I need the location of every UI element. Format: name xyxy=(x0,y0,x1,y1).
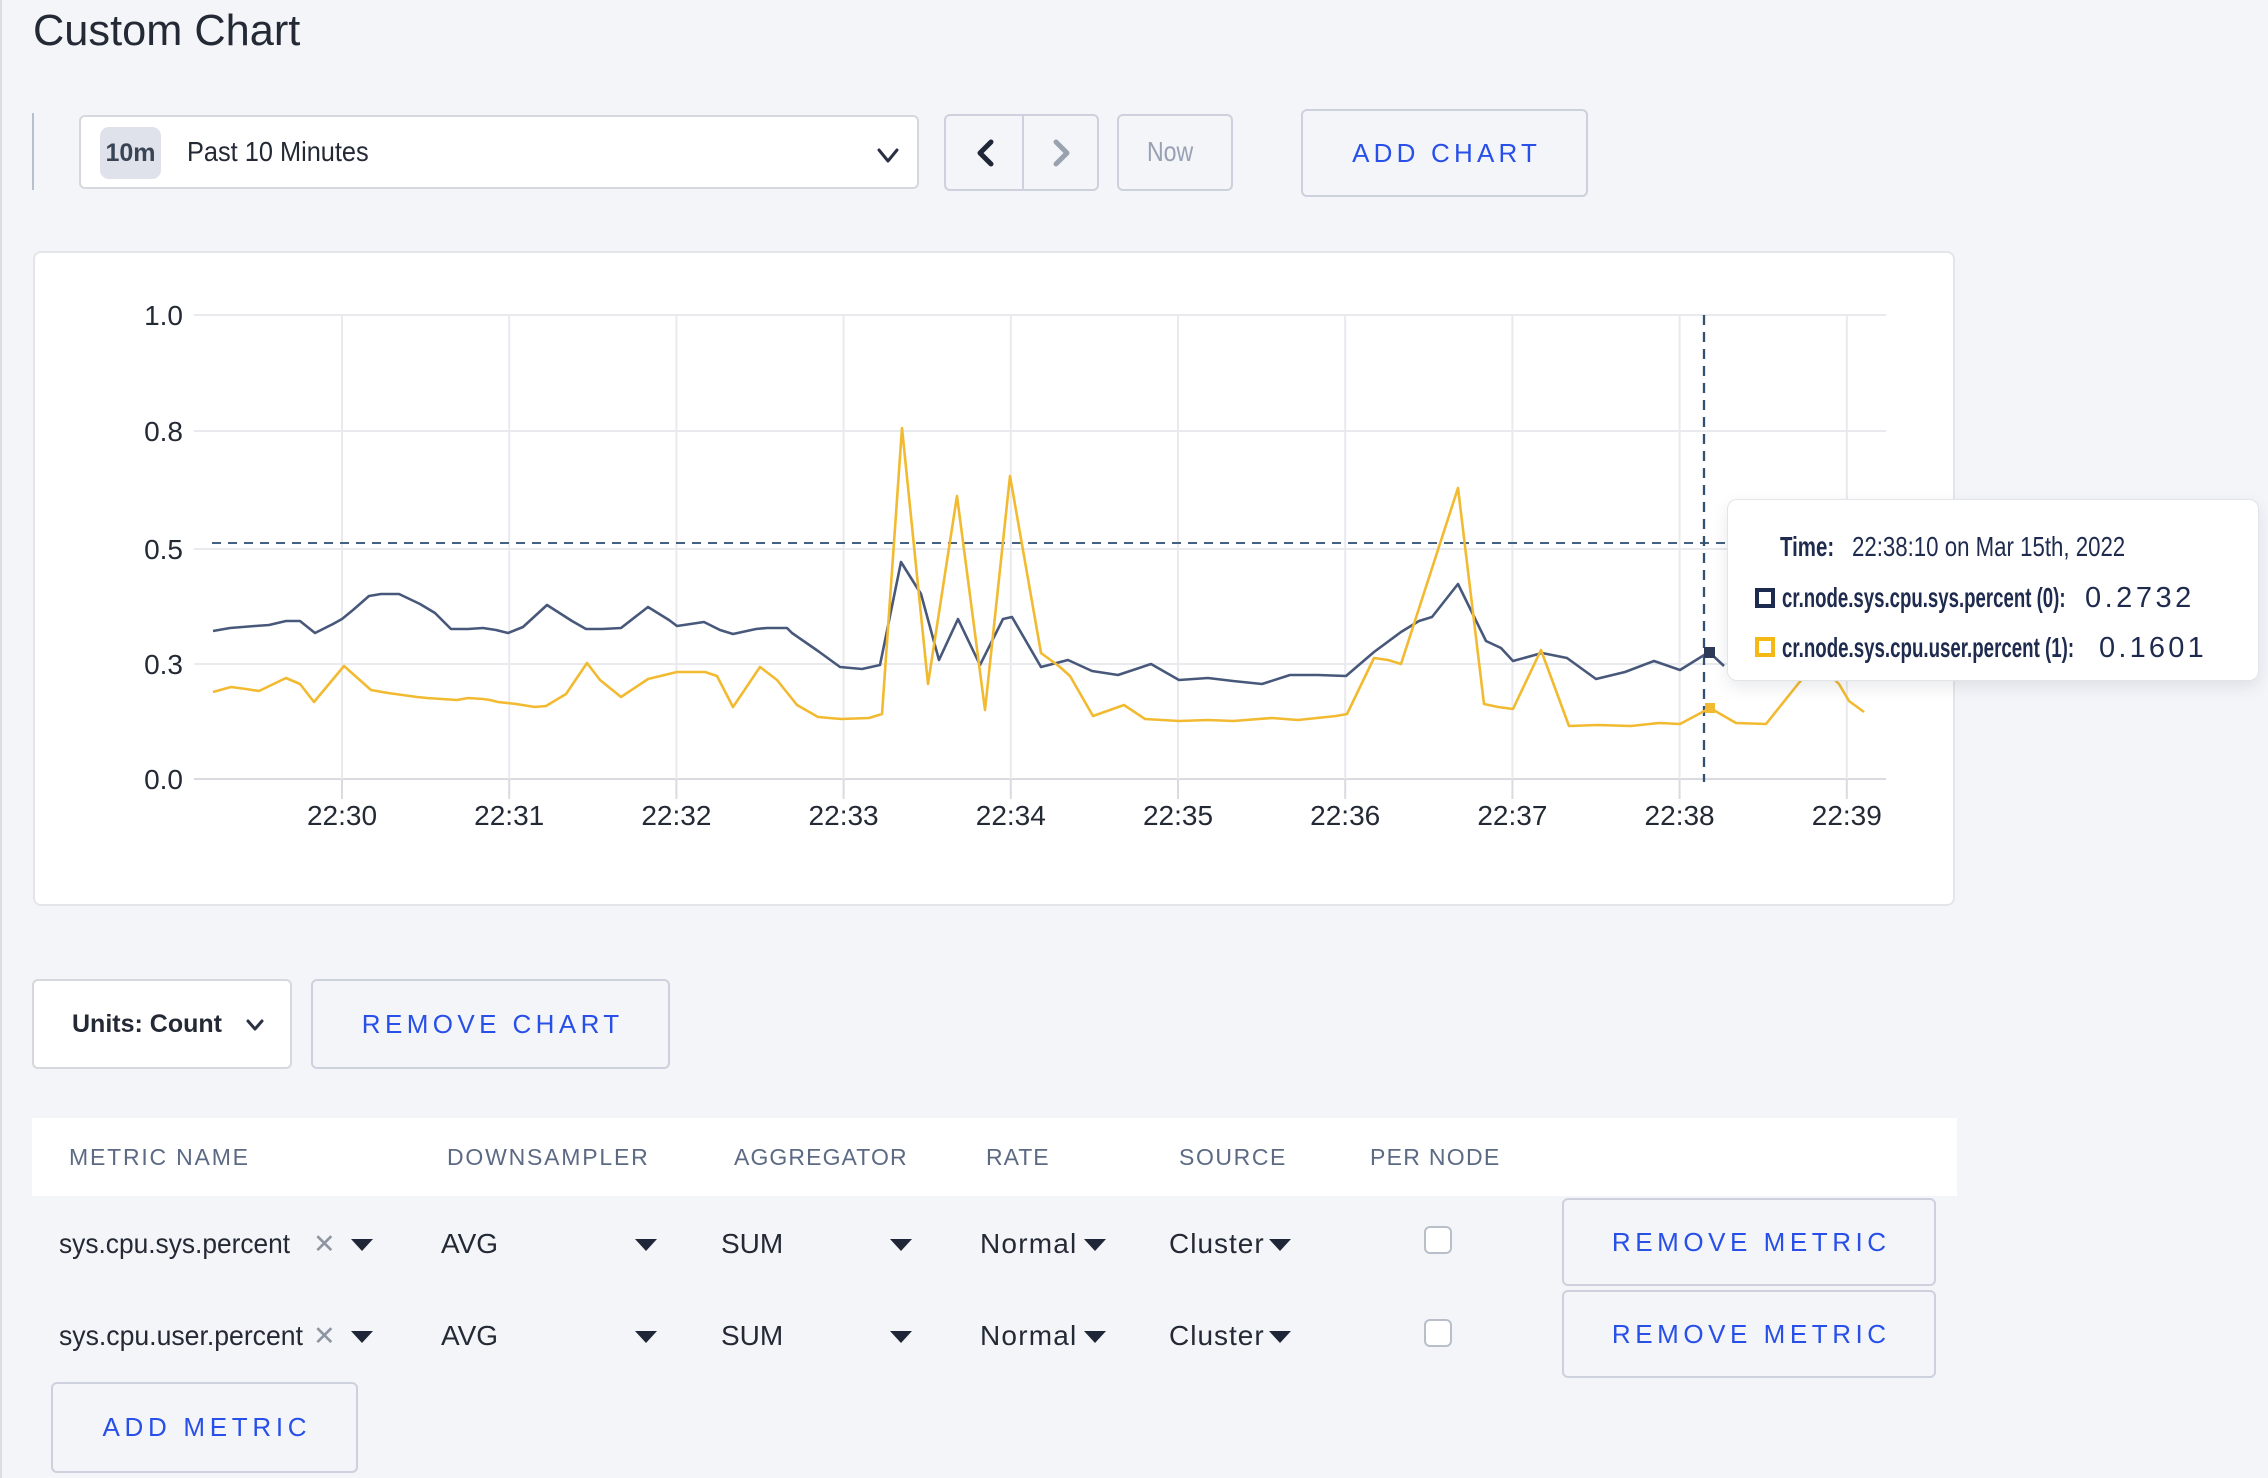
svg-text:22:32: 22:32 xyxy=(641,800,711,831)
svg-text:22:39: 22:39 xyxy=(1812,800,1882,831)
svg-text:22:37: 22:37 xyxy=(1477,800,1547,831)
svg-text:0.3: 0.3 xyxy=(144,649,183,680)
svg-text:22:30: 22:30 xyxy=(307,800,377,831)
svg-text:0.0: 0.0 xyxy=(144,764,183,795)
svg-text:22:35: 22:35 xyxy=(1143,800,1213,831)
svg-text:22:34: 22:34 xyxy=(976,800,1046,831)
svg-text:22:33: 22:33 xyxy=(809,800,879,831)
svg-text:1.0: 1.0 xyxy=(144,300,183,331)
svg-text:22:36: 22:36 xyxy=(1310,800,1380,831)
svg-text:22:38: 22:38 xyxy=(1645,800,1715,831)
svg-text:0.5: 0.5 xyxy=(144,534,183,565)
svg-text:0.8: 0.8 xyxy=(144,416,183,447)
svg-text:22:31: 22:31 xyxy=(474,800,544,831)
